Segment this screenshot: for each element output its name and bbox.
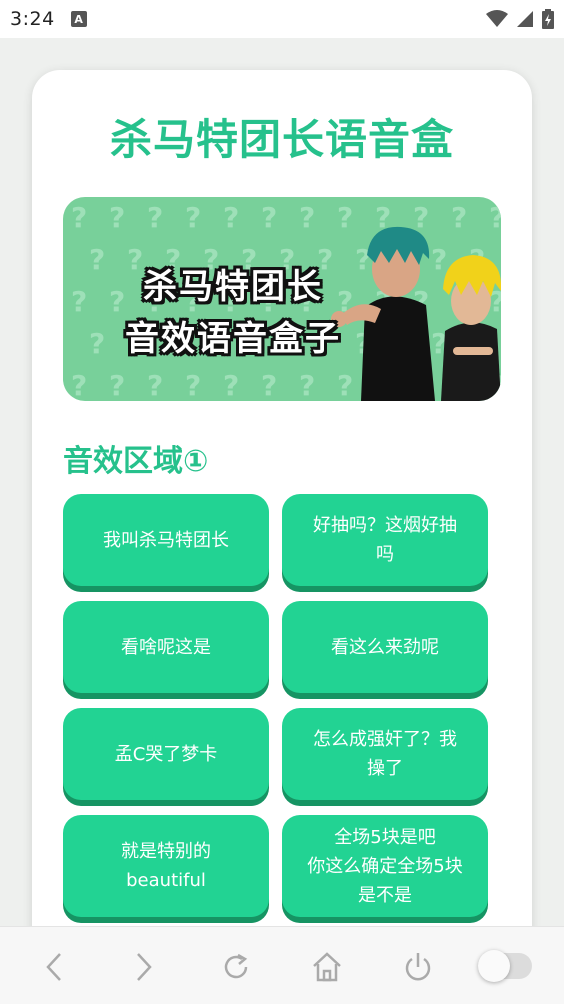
sound-button[interactable]: 我叫杀马特团长 (63, 494, 269, 586)
app-title: 杀马特团长语音盒 (109, 115, 454, 164)
pattern-glyph: ? (261, 201, 277, 234)
pattern-glyph: ? (185, 369, 201, 401)
pattern-glyph: ? (109, 369, 125, 401)
pattern-glyph: ? (299, 369, 315, 401)
status-bar: 3:24 A (0, 0, 564, 38)
signal-icon (517, 11, 533, 27)
banner-title-line2: 音效语音盒子 (125, 319, 341, 359)
sound-button[interactable]: 全场5块是吧 你这么确定全场5块 是不是 (282, 815, 488, 917)
sound-button[interactable]: 看这么来劲呢 (282, 601, 488, 693)
sound-button[interactable]: 怎么成强奸了？我 操了 (282, 708, 488, 800)
power-icon[interactable] (398, 947, 438, 987)
forward-icon[interactable] (124, 947, 164, 987)
section-title: 音效区域① (63, 444, 209, 479)
toggle-knob (478, 950, 510, 982)
pattern-glyph: ? (109, 201, 125, 234)
pattern-glyph: ? (223, 369, 239, 401)
pattern-glyph: ? (147, 201, 163, 234)
battery-icon (542, 9, 554, 29)
home-icon[interactable] (307, 947, 347, 987)
banner-image: ????????????????????????????????????????… (63, 197, 501, 401)
status-indicators (486, 9, 554, 29)
sound-button[interactable]: 看啥呢这是 (63, 601, 269, 693)
sound-button[interactable]: 好抽吗？这烟好抽 吗 (282, 494, 488, 586)
sound-button[interactable]: 就是特别的 beautiful (63, 815, 269, 917)
back-icon[interactable] (34, 947, 74, 987)
pattern-glyph: ? (261, 369, 277, 401)
pattern-glyph: ? (71, 201, 87, 234)
pattern-glyph: ? (185, 201, 201, 234)
notification-icon: A (70, 11, 87, 27)
banner-title-line1: 杀马特团长 (143, 267, 323, 307)
status-time: 3:24 (10, 8, 55, 30)
reload-icon[interactable] (216, 947, 256, 987)
pattern-glyph: ? (223, 201, 239, 234)
toggle-switch[interactable] (478, 950, 532, 982)
pattern-glyph: ? (71, 369, 87, 401)
browser-nav-bar (0, 926, 564, 1004)
wifi-icon (486, 10, 508, 27)
sound-button[interactable]: 孟C哭了梦卡 (63, 708, 269, 800)
pattern-glyph: ? (147, 369, 163, 401)
pattern-glyph: ? (299, 201, 315, 234)
